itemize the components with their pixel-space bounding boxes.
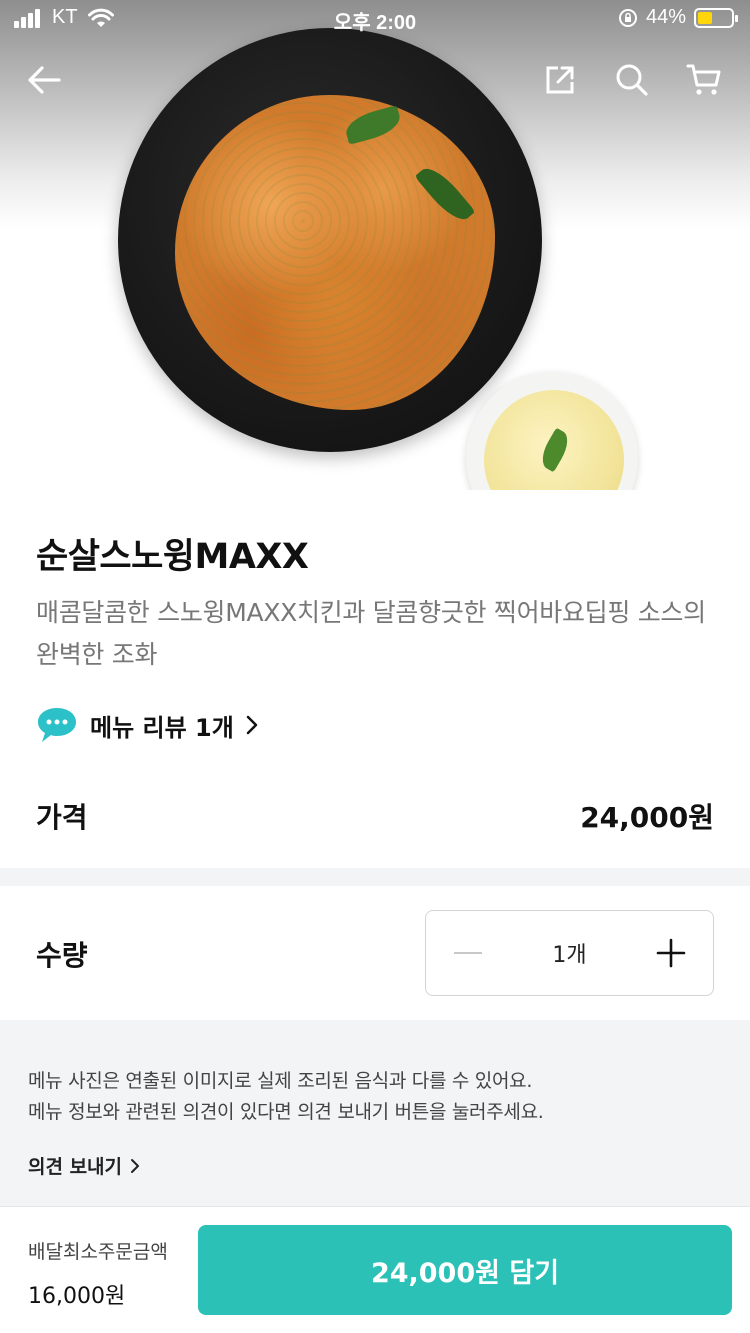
menu-notice: 메뉴 사진은 연출된 이미지로 실제 조리된 음식과 다를 수 있어요. 메뉴 … (0, 1020, 750, 1206)
status-bar: KT 오후 2:00 44% (0, 0, 750, 40)
quantity-row: 수량 1개 (36, 910, 714, 996)
product-title: 순살스노윙MAXX (36, 537, 309, 577)
notice-line: 메뉴 사진은 연출된 이미지로 실제 조리된 음식과 다를 수 있어요. (28, 1070, 533, 1092)
quantity-value: 1개 (552, 943, 587, 968)
feedback-label: 의견 보내기 (28, 1156, 123, 1178)
bottom-order-bar: 배달최소주문금액 16,000원 24,000원 담기 (0, 1206, 750, 1333)
price-row: 가격 24,000원 (36, 796, 714, 836)
battery-percent: 44% (645, 6, 686, 28)
back-button[interactable] (22, 58, 66, 102)
orientation-lock-icon (618, 8, 637, 27)
search-icon (616, 64, 648, 96)
minus-icon (454, 952, 482, 954)
price-value: 24,000원 (580, 801, 714, 834)
quantity-stepper: 1개 (425, 910, 714, 996)
price-label: 가격 (36, 801, 88, 834)
notice-line: 메뉴 정보와 관련된 의견이 있다면 의견 보내기 버튼을 눌러주세요. (28, 1101, 544, 1123)
chat-bubble-icon (38, 708, 76, 742)
increase-quantity-button[interactable] (639, 921, 703, 985)
send-feedback-link[interactable]: 의견 보내기 (28, 1152, 140, 1179)
chevron-right-icon (246, 715, 258, 735)
section-divider (0, 868, 750, 886)
plus-icon (656, 938, 686, 968)
cart-button[interactable] (682, 58, 726, 102)
product-description: 매콤달콤한 스노윙MAXX치킨과 달콤향긋한 찍어바요딥핑 소스의 완벽한 조화 (36, 598, 706, 669)
chevron-right-icon (131, 1158, 140, 1173)
battery-icon (694, 7, 738, 28)
review-count-label: 메뉴 리뷰 1개 (90, 713, 234, 742)
min-order-label: 배달최소주문금액 (28, 1241, 168, 1263)
share-icon (546, 66, 574, 94)
quantity-label: 수량 (36, 939, 88, 972)
cart-icon (686, 64, 721, 95)
back-arrow-icon (28, 66, 61, 94)
decrease-quantity-button[interactable] (436, 921, 500, 985)
menu-review-link[interactable]: 메뉴 리뷰 1개 (36, 706, 258, 744)
min-order-amount: 16,000원 (28, 1284, 126, 1309)
add-to-cart-button[interactable]: 24,000원 담기 (198, 1225, 732, 1315)
min-order-info: 배달최소주문금액 16,000원 (28, 1237, 168, 1310)
search-button[interactable] (610, 58, 654, 102)
share-button[interactable] (538, 58, 582, 102)
